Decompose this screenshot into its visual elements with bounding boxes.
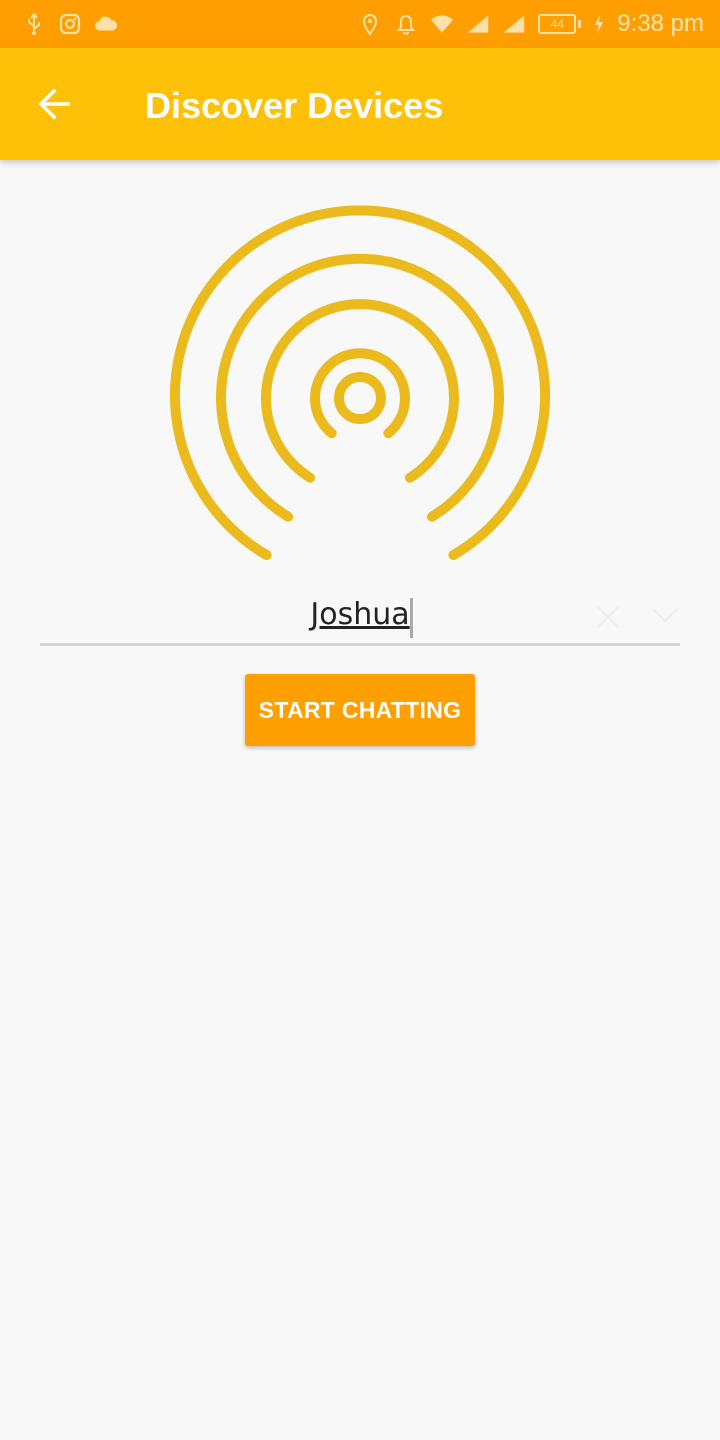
status-time: 9:38 pm bbox=[617, 10, 704, 37]
back-button[interactable] bbox=[26, 76, 82, 132]
battery-tip bbox=[578, 20, 582, 28]
app-bar: Discover Devices bbox=[0, 48, 720, 160]
cloud-icon bbox=[94, 12, 118, 36]
status-right-icons: 44 9:38 pm bbox=[358, 10, 704, 38]
status-bar: 44 9:38 pm bbox=[0, 0, 720, 48]
broadcast-signal-icon bbox=[170, 205, 550, 561]
battery-level: 44 bbox=[538, 14, 577, 34]
input-underline bbox=[40, 643, 680, 646]
status-left-icons bbox=[22, 12, 118, 36]
battery-icon: 44 bbox=[538, 14, 582, 34]
bell-icon bbox=[394, 12, 418, 36]
start-chatting-button[interactable]: START CHATTING bbox=[245, 674, 475, 746]
text-cursor bbox=[410, 598, 413, 638]
signal-icon bbox=[502, 12, 526, 36]
usb-icon bbox=[22, 12, 46, 36]
location-icon bbox=[358, 12, 382, 36]
close-icon[interactable] bbox=[596, 605, 620, 629]
chevron-down-icon[interactable] bbox=[650, 603, 680, 627]
name-input[interactable] bbox=[40, 585, 680, 643]
charging-icon bbox=[593, 12, 605, 36]
instagram-icon bbox=[58, 12, 82, 36]
signal-icon bbox=[466, 12, 490, 36]
arrow-back-icon bbox=[38, 88, 70, 120]
name-field[interactable] bbox=[40, 585, 680, 647]
page-title: Discover Devices bbox=[145, 85, 444, 126]
wifi-icon bbox=[430, 12, 454, 36]
